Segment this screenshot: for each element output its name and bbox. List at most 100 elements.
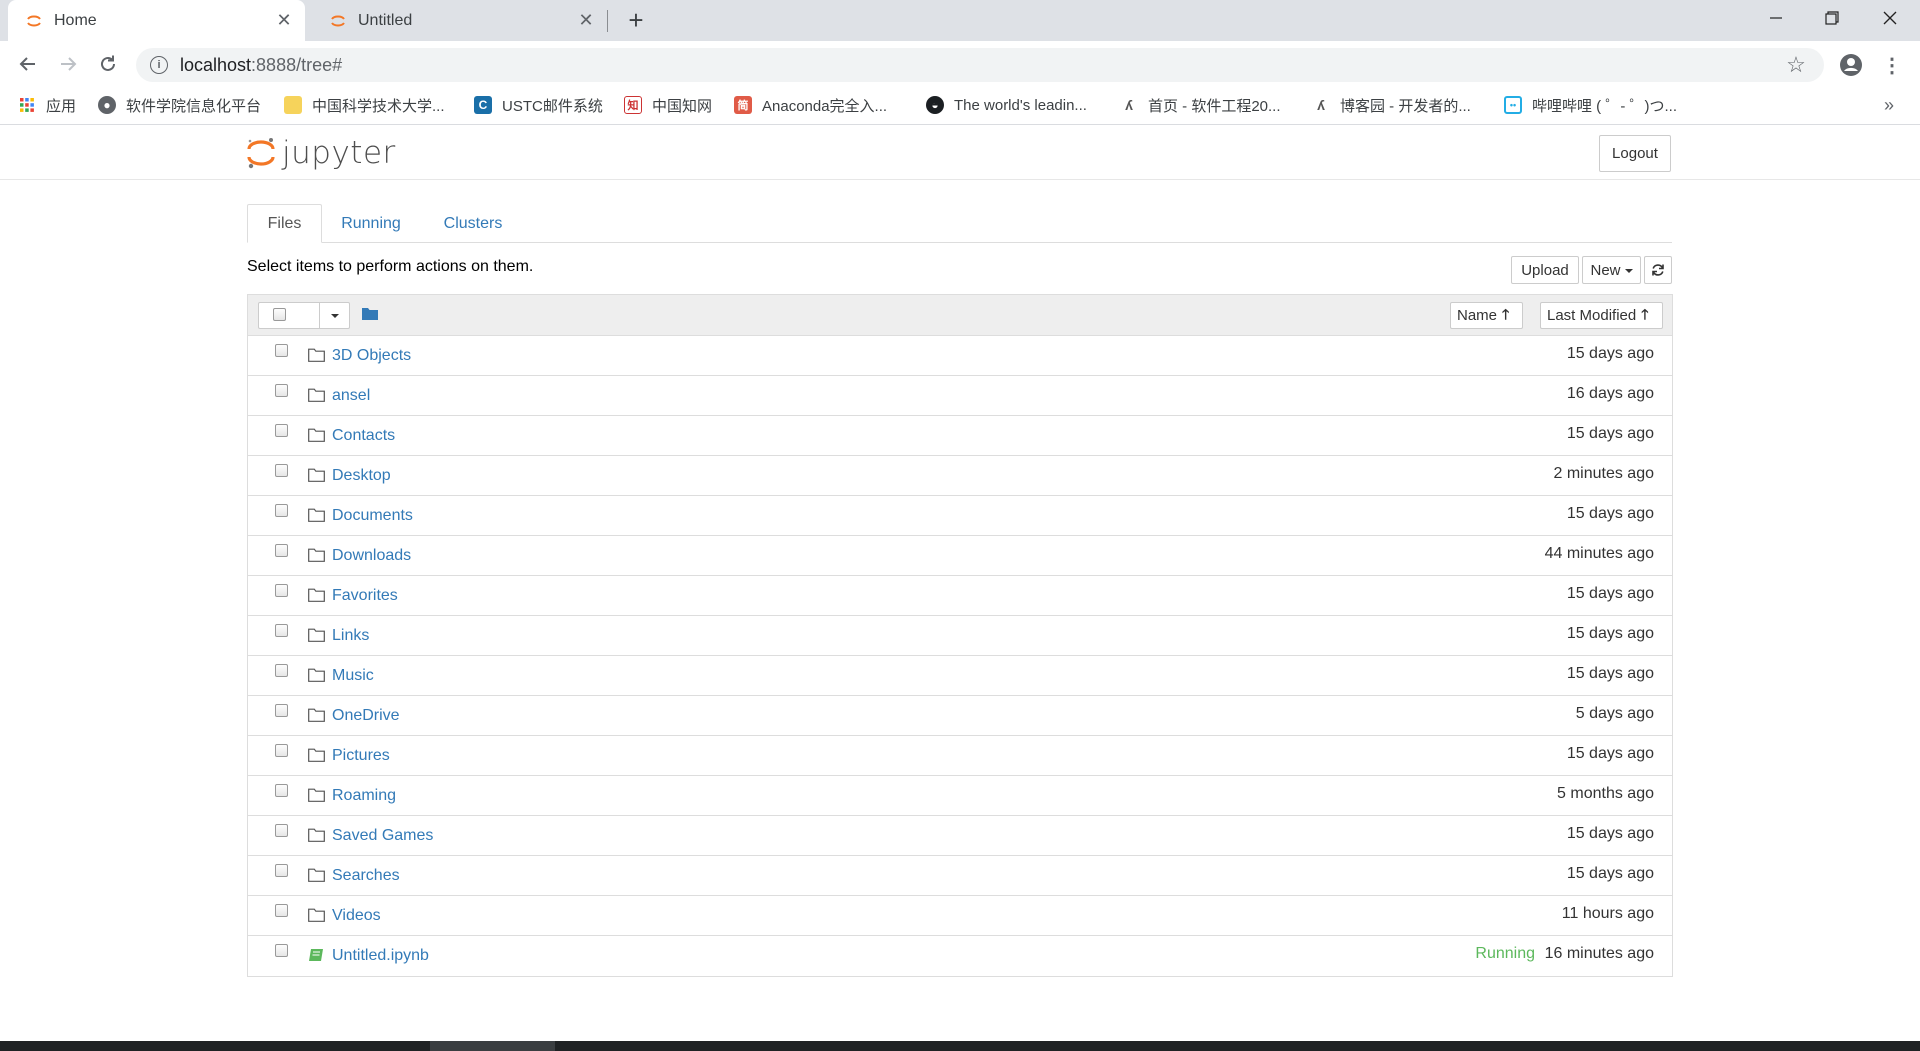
back-arrow-icon[interactable] [12,48,44,80]
bookmark-star-icon[interactable]: ☆ [1784,52,1808,77]
close-icon[interactable]: ✕ [273,10,295,32]
file-name-link[interactable]: OneDrive [332,707,400,725]
file-row[interactable]: OneDrive 5 days ago [248,696,1672,736]
file-name-link[interactable]: 3D Objects [332,347,411,365]
tab-clusters[interactable]: Clusters [421,204,525,243]
file-name-link[interactable]: Documents [332,507,413,525]
file-name-link[interactable]: Contacts [332,427,395,445]
select-menu-dropdown[interactable] [320,303,350,328]
file-name-link[interactable]: Saved Games [332,827,433,845]
file-row[interactable]: 3D Objects 15 days ago [248,336,1672,376]
sort-by-modified-button[interactable]: Last Modified 🡑 [1540,302,1663,329]
file-row[interactable]: Pictures 15 days ago [248,736,1672,776]
bookmark-item[interactable]: •• 哔哩哔哩 ( ゜- ゜)つ... [1504,92,1677,118]
refresh-icon [1652,264,1664,276]
sort-by-name-button[interactable]: Name 🡑 [1450,302,1523,329]
file-row[interactable]: Untitled.ipynb Running 16 minutes ago [248,936,1672,976]
file-name-link[interactable]: Roaming [332,787,396,805]
file-name-link[interactable]: Music [332,667,374,685]
info-icon[interactable]: i [150,56,168,74]
file-row[interactable]: Searches 15 days ago [248,856,1672,896]
file-checkbox[interactable] [275,584,288,597]
select-all-group [258,302,350,329]
reload-icon[interactable] [92,48,124,80]
bookmark-item[interactable]: ʎ 首页 - 软件工程20... [1120,92,1280,118]
file-row[interactable]: Roaming 5 months ago [248,776,1672,816]
browser-tab-home[interactable]: Home ✕ [8,0,305,41]
tab-title: Home [54,11,97,29]
restore-icon[interactable] [1804,0,1860,36]
file-row[interactable]: Saved Games 15 days ago [248,816,1672,856]
tab-files[interactable]: Files [247,204,322,243]
file-checkbox[interactable] [275,544,288,557]
bookmarks-overflow-icon[interactable]: » [1884,95,1894,116]
file-name-link[interactable]: Links [332,627,369,645]
file-row[interactable]: Downloads 44 minutes ago [248,536,1672,576]
file-name-link[interactable]: Pictures [332,747,390,765]
browser-tab-untitled[interactable]: Untitled ✕ [312,0,607,41]
refresh-button[interactable] [1644,256,1672,284]
file-row[interactable]: Videos 11 hours ago [248,896,1672,936]
minimize-icon[interactable] [1748,0,1804,36]
file-checkbox[interactable] [275,784,288,797]
github-icon: ◒ [926,96,944,114]
folder-icon [308,668,325,682]
bookmark-item[interactable]: 中国科学技术大学... [284,92,445,118]
file-checkbox[interactable] [275,424,288,437]
file-name-link[interactable]: Searches [332,867,400,885]
new-dropdown-button[interactable]: New [1582,256,1641,284]
file-checkbox[interactable] [275,904,288,917]
new-tab-plus-icon[interactable]: + [622,5,650,35]
folder-filled-icon[interactable] [362,307,378,320]
forward-arrow-icon[interactable] [52,48,84,80]
file-checkbox[interactable] [275,944,288,957]
ustc-swan-icon: ʎ [1125,97,1133,113]
address-bar[interactable]: i localhost:8888/tree# ☆ [136,48,1824,82]
bookmark-item[interactable]: ● 软件学院信息化平台 [98,92,261,118]
file-name-link[interactable]: ansel [332,387,370,405]
file-row[interactable]: Music 15 days ago [248,656,1672,696]
file-checkbox[interactable] [275,664,288,677]
file-checkbox[interactable] [275,504,288,517]
file-row[interactable]: Desktop 2 minutes ago [248,456,1672,496]
file-checkbox[interactable] [275,744,288,757]
tab-running[interactable]: Running [325,204,417,243]
file-name-link[interactable]: Favorites [332,587,398,605]
logout-button[interactable]: Logout [1599,135,1671,172]
url-path: :8888/tree# [251,54,343,75]
jupyter-logo[interactable]: jupyter [246,135,396,171]
file-modified-time: 15 days ago [1566,505,1654,522]
file-checkbox[interactable] [275,624,288,637]
file-checkbox[interactable] [275,824,288,837]
file-row[interactable]: Contacts 15 days ago [248,416,1672,456]
bookmark-item[interactable]: 知 中国知网 [624,92,712,118]
file-name-link[interactable]: Untitled.ipynb [332,947,429,965]
file-row[interactable]: Documents 15 days ago [248,496,1672,536]
file-checkbox[interactable] [275,864,288,877]
bookmark-apps[interactable]: 应用 [18,92,76,118]
bookmark-item[interactable]: ʎ 博客园 - 开发者的... [1312,92,1471,118]
file-row[interactable]: ansel 16 days ago [248,376,1672,416]
bookmark-item[interactable]: ◒ The world's leadin... [926,92,1087,118]
arrow-up-icon: 🡑 [1641,305,1649,322]
file-checkbox[interactable] [275,384,288,397]
profile-avatar-icon[interactable] [1838,52,1864,78]
file-modified-time: 15 days ago [1566,425,1654,442]
close-icon[interactable]: ✕ [575,10,597,32]
file-modified-time: 15 days ago [1566,585,1654,602]
bookmark-item[interactable]: C USTC邮件系统 [474,92,603,118]
bookmark-item[interactable]: 简 Anaconda完全入... [734,92,887,118]
file-row[interactable]: Links 15 days ago [248,616,1672,656]
file-row[interactable]: Favorites 15 days ago [248,576,1672,616]
sort-name-label: Name [1457,307,1498,324]
file-checkbox[interactable] [275,344,288,357]
file-checkbox[interactable] [275,704,288,717]
file-name-link[interactable]: Downloads [332,547,411,565]
select-all-checkbox[interactable] [273,308,286,321]
upload-button[interactable]: Upload [1511,256,1579,284]
file-checkbox[interactable] [275,464,288,477]
window-close-icon[interactable] [1862,0,1918,36]
more-menu-icon[interactable]: ⋮ [1880,52,1904,78]
file-name-link[interactable]: Videos [332,907,381,925]
file-name-link[interactable]: Desktop [332,467,391,485]
